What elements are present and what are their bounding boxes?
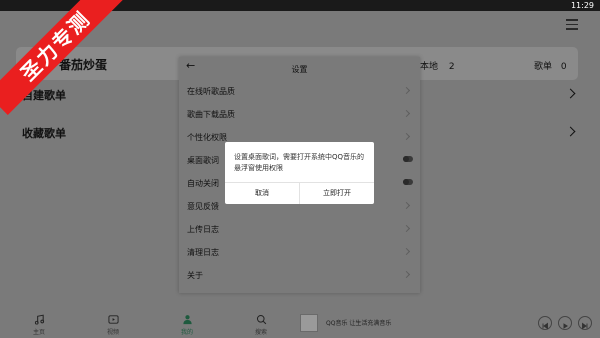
nav-mine-label: 我的 [180, 329, 193, 336]
settings-row-online-quality[interactable]: 在线听歌品质 [187, 86, 235, 97]
local-label: 本地 [420, 62, 439, 72]
mini-player-text: QQ音乐 让生活充满音乐 [326, 320, 392, 327]
local-count: 2 [448, 62, 455, 72]
person-icon [182, 315, 192, 325]
play-button[interactable] [558, 316, 572, 330]
settings-row-feedback[interactable]: 意见反馈 [187, 201, 219, 212]
dialog-message: 设置桌面歌词，需要打开系统中QQ音乐的悬浮窗使用权限 [234, 153, 365, 172]
playlist-stat[interactable]: 歌单 0 [534, 59, 567, 72]
cancel-button[interactable]: 取消 [225, 182, 299, 204]
settings-row-upload-log[interactable]: 上传日志 [187, 224, 219, 235]
local-stat[interactable]: 本地 2 [420, 59, 455, 72]
settings-row-desktop-lyrics[interactable]: 桌面歌词 [187, 155, 219, 166]
video-icon [107, 315, 119, 324]
auto-close-toggle[interactable] [403, 179, 413, 185]
settings-row-auto-close[interactable]: 自动关闭 [187, 178, 219, 189]
previous-icon [542, 322, 548, 330]
settings-title: 设置 [291, 65, 308, 74]
nav-video[interactable]: 视频 [93, 314, 133, 336]
mini-player-cover[interactable] [300, 314, 318, 332]
search-icon [256, 314, 266, 325]
playlist-label: 歌单 [534, 62, 553, 72]
previous-button[interactable] [538, 316, 552, 330]
status-time: 11:29 [570, 1, 594, 10]
menu-icon[interactable] [566, 19, 578, 30]
nav-home-label: 主页 [32, 329, 45, 336]
nav-video-label: 视频 [106, 329, 119, 336]
collected-playlists-title[interactable]: 收藏歌单 [22, 125, 66, 141]
settings-row-about[interactable]: 关于 [187, 270, 203, 281]
settings-row-clear-log[interactable]: 清理日志 [187, 247, 219, 258]
music-note-icon [34, 314, 44, 325]
settings-row-download-quality[interactable]: 歌曲下载品质 [187, 109, 235, 120]
playlist-count: 0 [560, 62, 567, 72]
profile-name: 番茄炒蛋 [59, 58, 108, 72]
nav-home[interactable]: 主页 [19, 314, 59, 336]
next-button[interactable] [578, 316, 592, 330]
desktop-lyrics-toggle[interactable] [403, 156, 413, 162]
next-icon [582, 322, 588, 330]
open-now-button[interactable]: 立即打开 [300, 182, 374, 204]
nav-mine[interactable]: 我的 [167, 314, 207, 336]
play-icon [563, 323, 568, 329]
settings-row-personalization[interactable]: 个性化权限 [187, 132, 227, 143]
nav-search-label: 搜索 [254, 329, 267, 336]
nav-search[interactable]: 搜索 [241, 314, 281, 336]
